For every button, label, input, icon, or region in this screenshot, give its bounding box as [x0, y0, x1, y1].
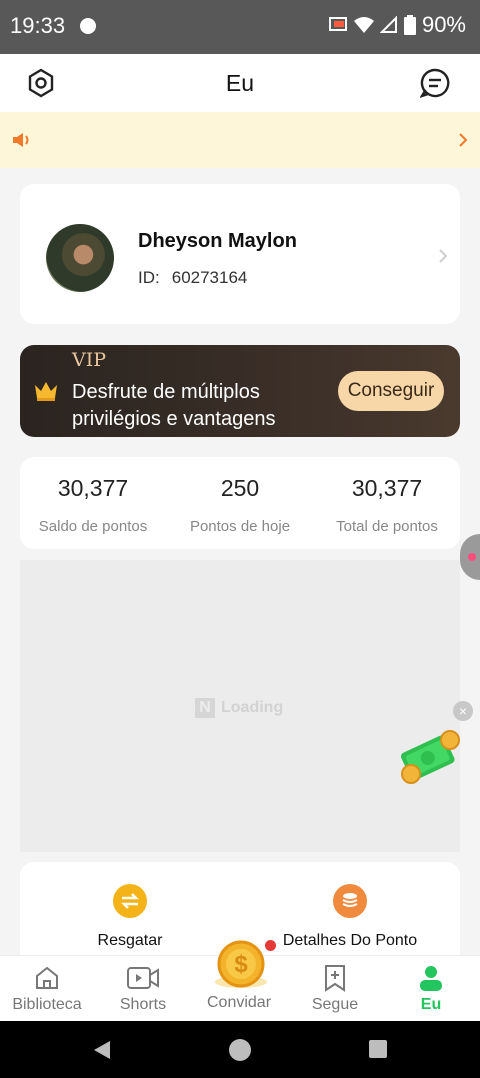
status-time: 19:33 [10, 13, 66, 38]
page-title: Eu [225, 70, 255, 96]
stat-total: 30,377 Total de pontos [314, 475, 460, 535]
person-icon [420, 966, 442, 991]
video-icon [127, 967, 159, 989]
tab-eu[interactable]: Eu [386, 964, 476, 1014]
house-icon [36, 966, 58, 989]
coins-stack-icon [333, 884, 367, 918]
stat-label: Total de pontos [336, 518, 438, 535]
ad-placeholder[interactable]: N Loading [20, 560, 460, 852]
redeem-item[interactable]: Resgatar [76, 884, 184, 950]
user-id: ID: 60273164 [138, 268, 247, 288]
wifi-icon [353, 17, 374, 33]
user-id-value: 60273164 [171, 268, 248, 287]
cast-icon [328, 17, 347, 31]
tab-label: Convidar [206, 994, 272, 1011]
tab-segue[interactable]: Segue [290, 964, 380, 1014]
home-icon[interactable] [229, 1039, 251, 1061]
user-name: Dheyson Maylon [138, 230, 297, 252]
tab-label: Shorts [119, 996, 167, 1013]
cash-reward-icon[interactable] [398, 726, 462, 788]
ad-loading: N Loading [195, 698, 283, 718]
notification-dot [265, 940, 276, 951]
avatar[interactable] [46, 224, 114, 292]
point-details-item[interactable]: Detalhes Do Ponto [270, 884, 430, 950]
notice-bar[interactable] [0, 112, 480, 168]
bookmark-plus-icon [325, 965, 345, 992]
points-stats-card: 30,377 Saldo de pontos 250 Pontos de hoj… [20, 457, 460, 549]
ad-logo-icon: N [195, 698, 215, 718]
stat-label: Pontos de hoje [189, 518, 291, 535]
message-icon[interactable] [420, 68, 450, 98]
system-nav-bar [0, 1021, 480, 1078]
back-icon[interactable] [92, 1039, 112, 1061]
pink-dot-icon [468, 553, 476, 561]
tab-label: Biblioteca [12, 996, 82, 1013]
battery-percent: 90% [421, 12, 466, 37]
chevron-right-icon [439, 249, 448, 263]
speaker-icon [13, 133, 29, 147]
tab-biblioteca[interactable]: Biblioteca [2, 964, 92, 1014]
vip-banner[interactable]: VIP Desfrute de múltiplos privilégios e … [20, 345, 460, 437]
crown-icon [35, 382, 57, 401]
stat-today: 250 Pontos de hoje [167, 475, 313, 535]
stat-value: 30,377 [351, 475, 423, 501]
vip-get-button[interactable]: Conseguir [338, 371, 444, 411]
vip-description: Desfrute de múltiplos privilégios e vant… [72, 381, 276, 430]
tab-label: Eu [420, 996, 442, 1013]
status-icons: 90% [328, 12, 466, 38]
app-header: Eu [0, 54, 480, 112]
tab-convidar[interactable]: Convidar [194, 994, 284, 1012]
chevron-right-icon[interactable] [458, 132, 468, 148]
exchange-icon [113, 884, 147, 918]
loading-text: Loading [221, 699, 284, 716]
battery-icon [403, 15, 416, 35]
vip-badge: VIP [72, 349, 107, 371]
profile-card[interactable]: Dheyson Maylon ID: 60273164 [20, 184, 460, 324]
user-id-label: ID: [138, 268, 160, 287]
tab-label: Segue [311, 996, 359, 1013]
notification-dot-icon [80, 18, 96, 34]
signal-icon [379, 16, 397, 33]
svg-text:$: $ [234, 951, 248, 978]
tab-shorts[interactable]: Shorts [98, 964, 188, 1014]
status-bar: 19:33 90% [0, 0, 480, 54]
recents-icon[interactable] [369, 1040, 387, 1058]
stat-value: 30,377 [57, 475, 129, 501]
redeem-label: Resgatar [97, 932, 163, 949]
stat-balance: 30,377 Saldo de pontos [20, 475, 166, 535]
close-icon[interactable]: × [453, 701, 473, 721]
floating-side-button[interactable] [460, 534, 480, 580]
stat-label: Saldo de pontos [38, 518, 148, 535]
stat-value: 250 [220, 475, 260, 501]
point-details-label: Detalhes Do Ponto [282, 932, 418, 949]
